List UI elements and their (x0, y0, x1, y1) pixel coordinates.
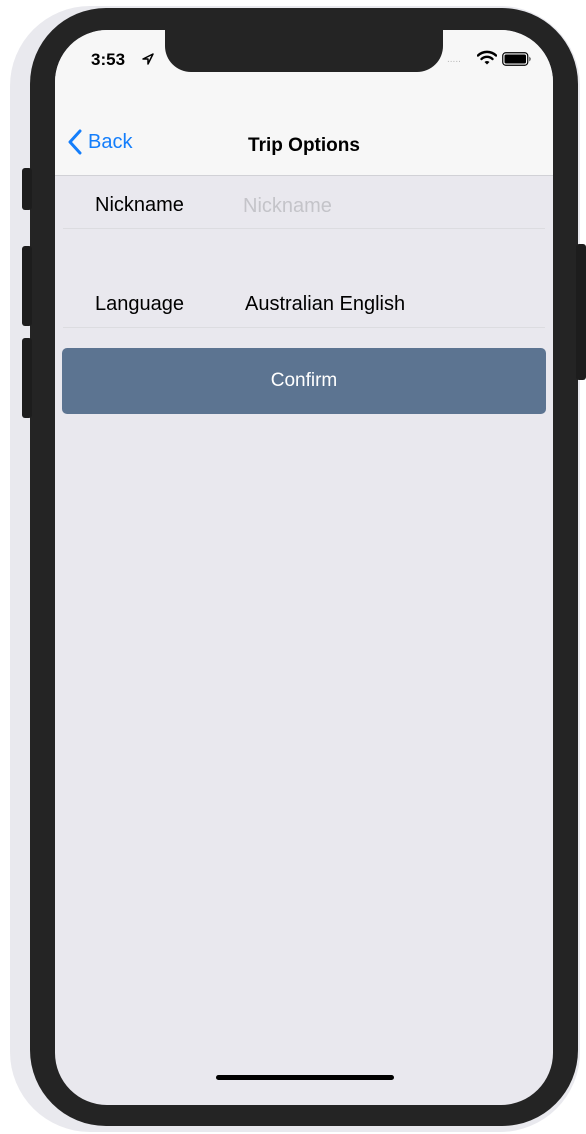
page-title: Trip Options (248, 135, 360, 156)
notch (165, 30, 443, 72)
location-arrow-icon (142, 53, 154, 65)
home-indicator[interactable] (216, 1075, 394, 1080)
divider (63, 327, 545, 328)
power-button (576, 244, 586, 380)
wifi-icon (477, 50, 497, 65)
nickname-row: Nickname (55, 167, 553, 247)
signal-dots: ..... (447, 54, 461, 65)
volume-down-button (22, 338, 32, 418)
battery-icon (502, 52, 531, 66)
screen: 3:53 ..... Back Trip Options Nickname Ni… (55, 30, 553, 1105)
divider (63, 228, 545, 229)
nickname-label: Nickname (95, 194, 184, 216)
language-label: Language (95, 293, 184, 315)
status-time: 3:53 (91, 50, 126, 69)
confirm-button[interactable]: Confirm (62, 348, 546, 414)
ring-switch (22, 168, 32, 210)
nickname-input[interactable] (243, 189, 523, 223)
volume-up-button (22, 246, 32, 326)
language-row[interactable]: Language Australian English (55, 266, 553, 346)
language-value[interactable]: Australian English (245, 293, 405, 316)
